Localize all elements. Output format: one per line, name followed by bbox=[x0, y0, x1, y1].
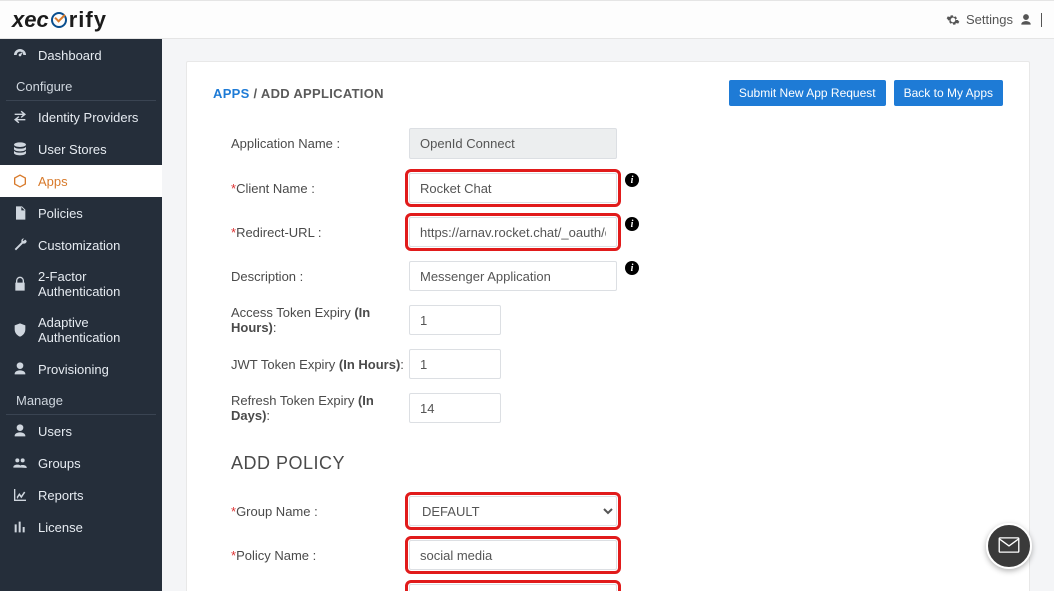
card-header: APPS / ADD APPLICATION Submit New App Re… bbox=[213, 80, 1003, 106]
brand-logo: xecrify bbox=[12, 7, 107, 33]
group-name-label: *Group Name : bbox=[231, 504, 409, 519]
sidebar-item-label: License bbox=[38, 520, 83, 535]
contact-fab[interactable] bbox=[986, 523, 1032, 569]
gauge-icon bbox=[12, 47, 28, 63]
sidebar-item-label: Policies bbox=[38, 206, 83, 221]
login-method-select[interactable]: Password bbox=[409, 584, 617, 591]
jwt-expiry-label: JWT Token Expiry (In Hours): bbox=[231, 357, 409, 372]
sidebar-item-label: Groups bbox=[38, 456, 81, 471]
group-name-select[interactable]: DEFAULT bbox=[409, 496, 617, 526]
sidebar-item-policies[interactable]: Policies bbox=[0, 197, 162, 229]
policy-name-input[interactable] bbox=[409, 540, 617, 570]
sidebar-item-provisioning[interactable]: Provisioning bbox=[0, 353, 162, 385]
policy-name-label: *Policy Name : bbox=[231, 548, 409, 563]
app-name-value: OpenId Connect bbox=[409, 128, 617, 159]
sidebar-item-label: Provisioning bbox=[38, 362, 109, 377]
settings-link[interactable]: Settings bbox=[966, 12, 1013, 27]
top-right: Settings bbox=[946, 12, 1042, 27]
sidebar-item-label: Identity Providers bbox=[38, 110, 138, 125]
app-name-label: Application Name : bbox=[231, 136, 409, 151]
add-policy-title: ADD POLICY bbox=[231, 453, 1003, 474]
lock-icon bbox=[12, 276, 28, 292]
breadcrumb: APPS / ADD APPLICATION bbox=[213, 86, 384, 101]
bars-icon bbox=[12, 519, 28, 535]
client-name-input[interactable] bbox=[409, 173, 617, 203]
sidebar-item-label: 2-Factor Authentication bbox=[38, 269, 150, 299]
app-form-card: APPS / ADD APPLICATION Submit New App Re… bbox=[186, 61, 1030, 591]
info-icon[interactable]: i bbox=[625, 261, 639, 275]
chart-icon bbox=[12, 487, 28, 503]
sidebar-group-configure: Configure bbox=[6, 71, 156, 101]
description-input[interactable] bbox=[409, 261, 617, 291]
sidebar-item-label: Dashboard bbox=[38, 48, 102, 63]
mail-icon bbox=[998, 537, 1020, 556]
access-expiry-label: Access Token Expiry (In Hours): bbox=[231, 305, 409, 335]
wrench-icon bbox=[12, 237, 28, 253]
person-icon bbox=[12, 361, 28, 377]
sidebar: Dashboard Configure Identity Providers U… bbox=[0, 39, 162, 591]
sidebar-item-customization[interactable]: Customization bbox=[0, 229, 162, 261]
sidebar-item-2fa[interactable]: 2-Factor Authentication bbox=[0, 261, 162, 307]
sidebar-item-apps[interactable]: Apps bbox=[0, 165, 162, 197]
sidebar-item-label: Customization bbox=[38, 238, 120, 253]
document-icon bbox=[12, 205, 28, 221]
redirect-url-input[interactable] bbox=[409, 217, 617, 247]
breadcrumb-current: ADD APPLICATION bbox=[261, 86, 384, 101]
redirect-url-label: *Redirect-URL : bbox=[231, 225, 409, 240]
sidebar-item-dashboard[interactable]: Dashboard bbox=[0, 39, 162, 71]
cube-icon bbox=[12, 173, 28, 189]
refresh-expiry-label: Refresh Token Expiry (In Days): bbox=[231, 393, 409, 423]
breadcrumb-root[interactable]: APPS bbox=[213, 86, 250, 101]
client-name-label: *Client Name : bbox=[231, 181, 409, 196]
refresh-expiry-input[interactable] bbox=[409, 393, 501, 423]
sidebar-item-label: Reports bbox=[38, 488, 84, 503]
sidebar-item-label: Apps bbox=[38, 174, 68, 189]
back-to-apps-button[interactable]: Back to My Apps bbox=[894, 80, 1003, 106]
database-icon bbox=[12, 141, 28, 157]
info-icon[interactable]: i bbox=[625, 173, 639, 187]
sidebar-item-user-stores[interactable]: User Stores bbox=[0, 133, 162, 165]
sidebar-item-label: Users bbox=[38, 424, 72, 439]
sidebar-item-reports[interactable]: Reports bbox=[0, 479, 162, 511]
user-icon bbox=[12, 423, 28, 439]
top-bar: xecrify Settings bbox=[0, 0, 1054, 39]
sidebar-item-license[interactable]: License bbox=[0, 511, 162, 543]
submit-new-app-button[interactable]: Submit New App Request bbox=[729, 80, 886, 106]
users-icon bbox=[12, 455, 28, 471]
info-icon[interactable]: i bbox=[625, 217, 639, 231]
gear-icon[interactable] bbox=[946, 13, 960, 27]
sidebar-item-groups[interactable]: Groups bbox=[0, 447, 162, 479]
form-area: Application Name : OpenId Connect *Clien… bbox=[213, 128, 1003, 591]
description-label: Description : bbox=[231, 269, 409, 284]
sidebar-item-label: User Stores bbox=[38, 142, 107, 157]
user-icon[interactable] bbox=[1019, 13, 1033, 27]
sidebar-item-adaptive[interactable]: Adaptive Authentication bbox=[0, 307, 162, 353]
sidebar-item-label: Adaptive Authentication bbox=[38, 315, 150, 345]
shield-icon bbox=[12, 322, 28, 338]
sidebar-item-users[interactable]: Users bbox=[0, 415, 162, 447]
access-expiry-input[interactable] bbox=[409, 305, 501, 335]
exchange-icon bbox=[12, 109, 28, 125]
vbar bbox=[1041, 13, 1042, 27]
main-scroll[interactable]: APPS / ADD APPLICATION Submit New App Re… bbox=[162, 39, 1054, 591]
logo-check-icon bbox=[51, 12, 67, 28]
sidebar-item-idp[interactable]: Identity Providers bbox=[0, 101, 162, 133]
sidebar-group-manage: Manage bbox=[6, 385, 156, 415]
jwt-expiry-input[interactable] bbox=[409, 349, 501, 379]
